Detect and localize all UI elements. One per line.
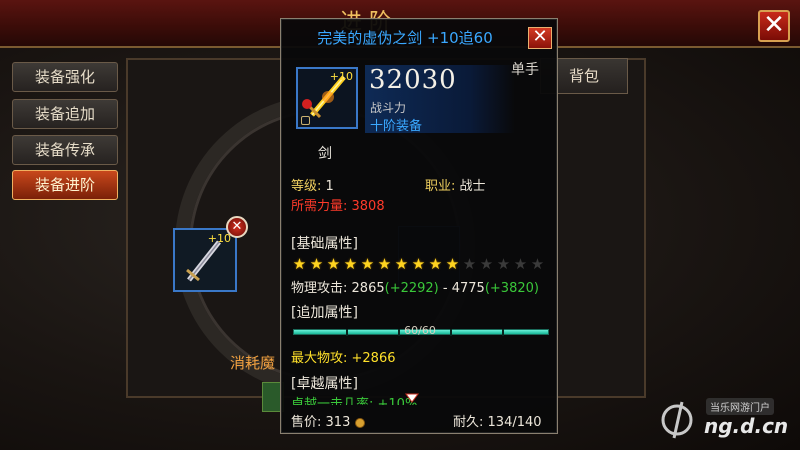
star-filled-icon: ★ bbox=[326, 255, 341, 273]
star-filled-icon: ★ bbox=[377, 255, 392, 273]
star-empty-icon: ★ bbox=[513, 255, 528, 273]
star-empty-icon: ★ bbox=[496, 255, 511, 273]
star-rating: ★ ★ ★ ★ ★ ★ ★ ★ ★ ★ ★ ★ ★ ★ ★ bbox=[291, 255, 546, 273]
close-window-button[interactable]: ✕ bbox=[758, 10, 790, 42]
add-attrs-header: [追加属性] bbox=[291, 305, 358, 321]
backpack-tab-label: 背包 bbox=[568, 67, 599, 85]
class-label: 职业: bbox=[425, 179, 456, 194]
combat-power-label: 战斗力 bbox=[370, 101, 407, 115]
watermark-site-name: 当乐网游门户 bbox=[706, 398, 774, 415]
coin-icon bbox=[354, 417, 365, 428]
level-label: 等级: bbox=[291, 179, 322, 194]
item-name: 完美的虚伪之剑 +10追60 bbox=[317, 29, 493, 47]
equipment-tier: 十阶装备 bbox=[370, 119, 423, 134]
star-empty-icon: ★ bbox=[462, 255, 477, 273]
price-label: 售价: bbox=[291, 415, 322, 430]
class-row: 职业: 战士 bbox=[425, 175, 486, 194]
watermark-domain: ng.d.cn bbox=[704, 414, 789, 438]
close-icon: ✕ bbox=[763, 10, 785, 40]
max-physical-attack: 最大物攻: +2866 bbox=[291, 351, 396, 366]
star-filled-icon: ★ bbox=[394, 255, 409, 273]
star-empty-icon: ★ bbox=[479, 255, 494, 273]
item-tooltip: 完美的虚伪之剑 +10追60 ✕ +10 32030 战斗力 十阶装备 单手 剑… bbox=[280, 18, 558, 434]
strength-requirement: 所需力量: 3808 bbox=[291, 199, 385, 214]
item-type: 剑 bbox=[318, 146, 332, 162]
sword-icon bbox=[186, 240, 221, 282]
lock-icon bbox=[301, 116, 310, 125]
physical-attack-row: 物理攻击: 2865(+2292) - 4775(+3820) bbox=[291, 277, 539, 296]
tab-equip-addition[interactable]: 装备追加 bbox=[12, 99, 118, 129]
star-filled-icon: ★ bbox=[360, 255, 375, 273]
tab-equip-enhance[interactable]: 装备强化 bbox=[12, 62, 118, 92]
item-level-badge: +10 bbox=[329, 70, 353, 83]
durability-row: 耐久: 134/140 bbox=[453, 411, 542, 430]
star-filled-icon: ★ bbox=[428, 255, 443, 273]
tab-equip-advance[interactable]: 装备进阶 bbox=[12, 170, 118, 200]
level-value: 1 bbox=[325, 179, 334, 194]
excellent-attrs-header: [卓越属性] bbox=[291, 376, 358, 392]
base-attrs-header: [基础属性] bbox=[291, 236, 358, 252]
watermark-logo-icon bbox=[661, 401, 693, 439]
consume-label: 消耗魔 bbox=[230, 354, 276, 372]
phys-attack-max: 4775 bbox=[451, 281, 485, 296]
phys-attack-separator: - bbox=[442, 281, 448, 296]
excellent-attr-line: 卓越一击几率: +10% bbox=[291, 397, 418, 405]
remove-item-button[interactable]: ✕ bbox=[226, 216, 248, 238]
phys-attack-max-bonus: (+3820) bbox=[484, 281, 539, 296]
star-filled-icon: ★ bbox=[343, 255, 358, 273]
durability-value: 134/140 bbox=[487, 415, 542, 430]
tab-equip-inherit[interactable]: 装备传承 bbox=[12, 135, 118, 165]
class-value: 战士 bbox=[459, 179, 486, 194]
source-equipment-slot[interactable]: +10 bbox=[173, 228, 237, 292]
phys-attack-min: 2865 bbox=[351, 281, 385, 296]
addition-progress-text: 60/60 bbox=[404, 324, 436, 337]
combat-power-value: 32030 bbox=[369, 65, 457, 95]
level-row: 等级: 1 bbox=[291, 175, 334, 194]
remove-icon: ✕ bbox=[231, 219, 243, 234]
star-filled-icon: ★ bbox=[411, 255, 426, 273]
hand-type: 单手 bbox=[511, 62, 539, 78]
star-empty-icon: ★ bbox=[530, 255, 545, 273]
close-icon: ✕ bbox=[532, 26, 548, 47]
star-filled-icon: ★ bbox=[292, 255, 307, 273]
item-icon: +10 bbox=[296, 67, 358, 129]
star-filled-icon: ★ bbox=[309, 255, 324, 273]
tooltip-close-button[interactable]: ✕ bbox=[528, 27, 552, 49]
price-value: 313 bbox=[325, 415, 351, 430]
price-row: 售价: 313 bbox=[291, 411, 365, 430]
phys-attack-min-bonus: (+2292) bbox=[384, 281, 439, 296]
unusable-icon bbox=[302, 99, 312, 109]
durability-label: 耐久: bbox=[453, 415, 484, 430]
phys-attack-label: 物理攻击: bbox=[291, 281, 348, 296]
star-filled-icon: ★ bbox=[445, 255, 460, 273]
scroll-cursor-icon bbox=[405, 393, 419, 403]
